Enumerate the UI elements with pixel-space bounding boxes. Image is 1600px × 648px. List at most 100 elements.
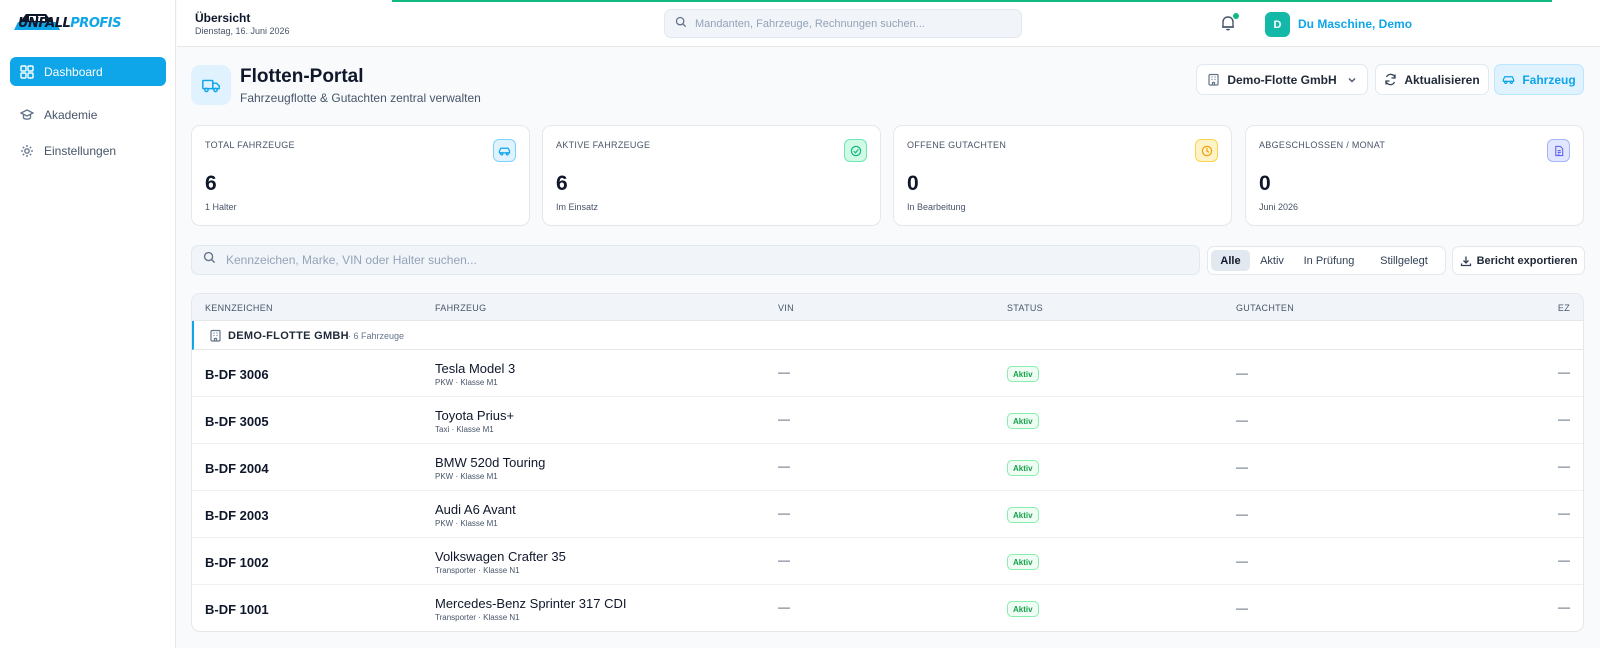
row-vin: —: [778, 553, 790, 567]
graduation-cap-icon: [20, 108, 34, 122]
row-model: Mercedes-Benz Sprinter 317 CDI: [435, 596, 627, 611]
status-badge: Aktiv: [1007, 366, 1039, 382]
fleet-truck-icon: [191, 65, 231, 105]
stat-sub: Juni 2026: [1259, 202, 1299, 212]
row-ez: —: [1558, 506, 1570, 520]
row-vin: —: [778, 459, 790, 473]
group-count: · 6 Fahrzeuge: [348, 331, 405, 341]
top-bar: Übersicht Dienstag, 16. Juni 2026 D Du M…: [177, 0, 1600, 47]
export-report-button[interactable]: Bericht exportieren: [1452, 246, 1585, 275]
table-row[interactable]: B-DF 1001 Mercedes-Benz Sprinter 317 CDI…: [192, 585, 1583, 631]
org-select[interactable]: Demo-Flotte GmbH: [1196, 64, 1368, 95]
stat-card-open: OFFENE GUTACHTEN 0 In Bearbeitung: [893, 125, 1232, 226]
table-row[interactable]: B-DF 2004 BMW 520d Touring PKW · Klasse …: [192, 444, 1583, 491]
row-vin: —: [778, 412, 790, 426]
export-label: Bericht exportieren: [1476, 254, 1578, 267]
brand-text-a: UNFALL: [18, 16, 71, 31]
check-circle-icon: [844, 139, 867, 162]
stat-sub: Im Einsatz: [556, 202, 599, 212]
row-plate: B-DF 2004: [205, 461, 269, 476]
notification-dot: [1233, 13, 1239, 19]
row-gutachten: —: [1236, 554, 1248, 568]
org-select-value: Demo-Flotte GmbH: [1227, 72, 1337, 87]
tab-in-pruefung[interactable]: In Prüfung: [1294, 250, 1364, 271]
stat-card-total: TOTAL FAHRZEUGE 6 1 Halter: [191, 125, 530, 226]
download-icon: [1460, 255, 1472, 267]
global-search-input[interactable]: [695, 17, 995, 30]
gear-icon: [20, 144, 34, 158]
column-header-gutachten[interactable]: GUTACHTEN: [1236, 303, 1294, 313]
row-vin: —: [778, 365, 790, 379]
row-category: Taxi · Klasse M1: [435, 425, 494, 434]
portal-title: Flotten-Portal: [240, 66, 364, 87]
stat-label: AKTIVE FAHRZEUGE: [556, 140, 651, 150]
status-filter-tabs: Alle Aktiv In Prüfung Stillgelegt: [1207, 246, 1446, 275]
stat-card-active: AKTIVE FAHRZEUGE 6 Im Einsatz: [542, 125, 881, 226]
row-model: BMW 520d Touring: [435, 455, 546, 470]
sidebar-item-akademie[interactable]: Akademie: [10, 100, 166, 129]
row-model: Audi A6 Avant: [435, 502, 516, 517]
row-vin: —: [778, 506, 790, 520]
row-category: Transporter · Klasse N1: [435, 566, 520, 575]
sidebar-item-dashboard[interactable]: Dashboard: [10, 57, 166, 86]
vehicle-search-input[interactable]: [226, 253, 1126, 267]
table-row[interactable]: B-DF 1002 Volkswagen Crafter 35 Transpor…: [192, 538, 1583, 585]
row-category: Transporter · Klasse N1: [435, 613, 520, 622]
row-plate: B-DF 1002: [205, 555, 269, 570]
group-row[interactable]: DEMO-FLOTTE GMBH · 6 Fahrzeuge: [192, 321, 1583, 350]
clock-icon: [1195, 139, 1218, 162]
column-header-ez[interactable]: EZ: [1558, 303, 1570, 313]
stat-label: ABGESCHLOSSEN / MONAT: [1259, 140, 1386, 150]
stat-value: 0: [907, 172, 919, 195]
search-icon: [675, 15, 687, 33]
row-ez: —: [1558, 553, 1570, 567]
stat-value: 6: [556, 172, 568, 195]
row-plate: B-DF 2003: [205, 508, 269, 523]
status-badge: Aktiv: [1007, 554, 1039, 570]
stat-card-completed: ABGESCHLOSSEN / MONAT 0 Juni 2026: [1245, 125, 1584, 226]
chevron-down-icon: [1347, 75, 1357, 85]
row-plate: B-DF 3005: [205, 414, 269, 429]
refresh-label: Aktualisieren: [1404, 72, 1480, 87]
page-title: Übersicht: [195, 11, 251, 25]
column-header-vin[interactable]: VIN: [778, 303, 794, 313]
add-vehicle-button[interactable]: Fahrzeug: [1494, 64, 1584, 95]
column-header-fahrzeug[interactable]: FAHRZEUG: [435, 303, 486, 313]
loading-progress-bar: [392, 0, 1552, 2]
avatar[interactable]: D: [1265, 12, 1290, 37]
brand-logo[interactable]: UNFALLPROFIS: [18, 16, 121, 31]
refresh-icon: [1384, 73, 1397, 86]
sidebar: UNFALLPROFIS Dashboard Akademie Einstell…: [0, 0, 176, 648]
vehicle-search[interactable]: [191, 245, 1200, 275]
row-category: PKW · Klasse M1: [435, 472, 498, 481]
sidebar-item-einstellungen[interactable]: Einstellungen: [10, 136, 166, 165]
table-row[interactable]: B-DF 3006 Tesla Model 3 PKW · Klasse M1 …: [192, 350, 1583, 397]
row-gutachten: —: [1236, 460, 1248, 474]
row-gutachten: —: [1236, 413, 1248, 427]
global-search[interactable]: [664, 9, 1022, 38]
building-icon: [210, 329, 221, 342]
tab-stillgelegt[interactable]: Stillgelegt: [1366, 250, 1442, 271]
refresh-button[interactable]: Aktualisieren: [1375, 64, 1489, 95]
sidebar-item-label: Akademie: [44, 107, 98, 122]
stat-label: TOTAL FAHRZEUGE: [205, 140, 295, 150]
vehicle-table: KENNZEICHEN FAHRZEUG VIN STATUS GUTACHTE…: [191, 293, 1584, 632]
tab-aktiv[interactable]: Aktiv: [1252, 250, 1292, 271]
brand-text-b: PROFIS: [70, 16, 121, 31]
stat-sub: In Bearbeitung: [907, 202, 966, 212]
row-ez: —: [1558, 365, 1570, 379]
column-header-status[interactable]: STATUS: [1007, 303, 1043, 313]
user-name[interactable]: Du Maschine, Demo: [1298, 17, 1412, 31]
portal-subtitle: Fahrzeugflotte & Gutachten zentral verwa…: [240, 91, 481, 105]
stat-value: 0: [1259, 172, 1271, 195]
column-header-kennzeichen[interactable]: KENNZEICHEN: [205, 303, 273, 313]
status-badge: Aktiv: [1007, 601, 1039, 617]
tab-alle[interactable]: Alle: [1211, 250, 1250, 271]
table-row[interactable]: B-DF 2003 Audi A6 Avant PKW · Klasse M1 …: [192, 491, 1583, 538]
sidebar-item-label: Dashboard: [44, 64, 103, 79]
row-model: Toyota Prius+: [435, 408, 515, 423]
table-row[interactable]: B-DF 3005 Toyota Prius+ Taxi · Klasse M1…: [192, 397, 1583, 444]
row-model: Volkswagen Crafter 35: [435, 549, 566, 564]
row-plate: B-DF 3006: [205, 367, 269, 382]
car-icon: [493, 139, 516, 162]
